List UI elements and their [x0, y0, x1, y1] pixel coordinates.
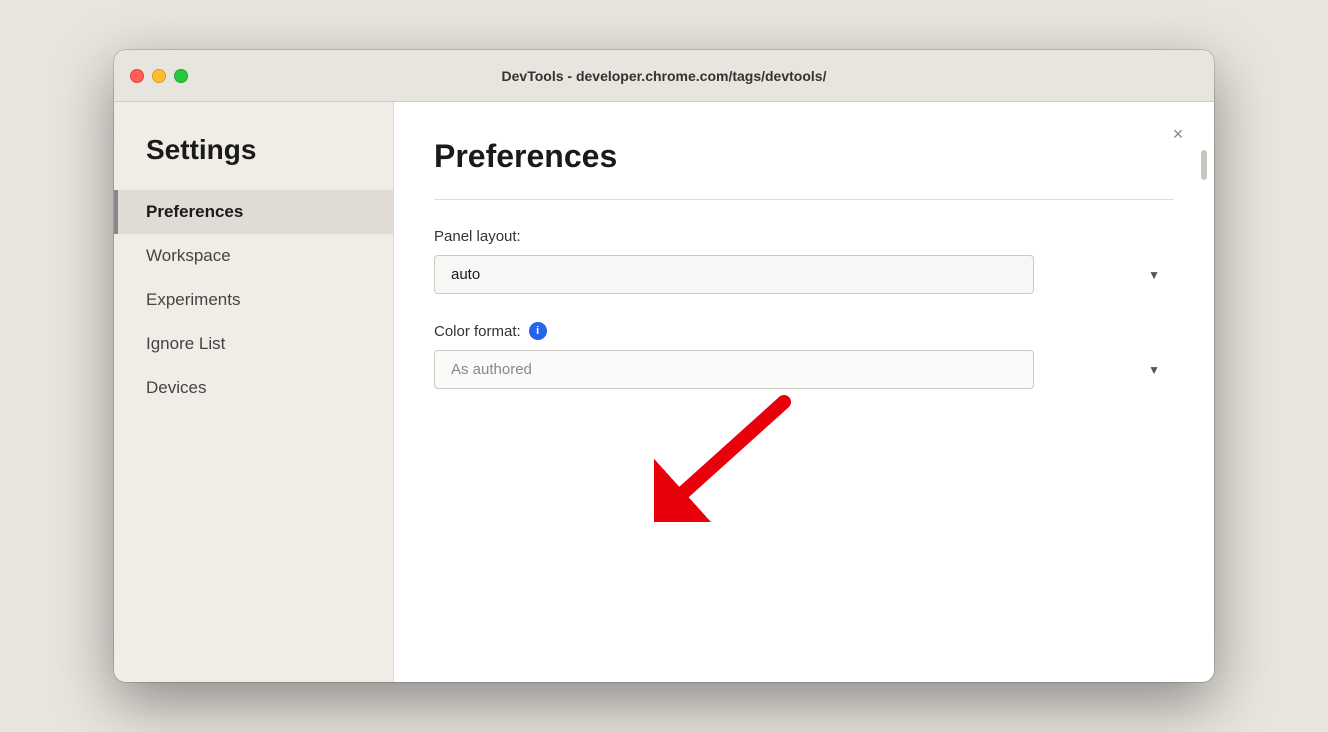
main-panel: × Preferences Panel layout: auto horizon… [394, 102, 1214, 682]
red-arrow-annotation [654, 392, 814, 522]
scrollbar-track[interactable] [1200, 142, 1208, 682]
titlebar: DevTools - developer.chrome.com/tags/dev… [114, 50, 1214, 102]
maximize-button[interactable] [174, 69, 188, 83]
color-format-wrapper: As authored HEX RGB HSL ▼ [434, 350, 1174, 389]
sidebar-item-devices[interactable]: Devices [114, 366, 393, 410]
close-panel-button[interactable]: × [1166, 122, 1190, 146]
panel-layout-arrow-icon: ▼ [1148, 268, 1160, 282]
divider [434, 199, 1174, 200]
panel-layout-label: Panel layout: [434, 228, 1174, 245]
color-format-label-row: Color format: i [434, 322, 1174, 340]
sidebar-item-preferences[interactable]: Preferences [114, 190, 393, 234]
sidebar-nav: Preferences Workspace Experiments Ignore… [114, 190, 393, 410]
traffic-lights [130, 69, 188, 83]
devtools-window: DevTools - developer.chrome.com/tags/dev… [114, 50, 1214, 682]
color-format-label: Color format: [434, 323, 521, 340]
minimize-button[interactable] [152, 69, 166, 83]
panel-layout-select[interactable]: auto horizontal vertical [434, 255, 1034, 294]
panel-title: Preferences [434, 138, 1174, 175]
sidebar-item-experiments[interactable]: Experiments [114, 278, 393, 322]
color-format-info-icon[interactable]: i [529, 322, 547, 340]
close-button[interactable] [130, 69, 144, 83]
window-title: DevTools - developer.chrome.com/tags/dev… [502, 68, 827, 84]
sidebar: Settings Preferences Workspace Experimen… [114, 102, 394, 682]
color-format-select[interactable]: As authored HEX RGB HSL [434, 350, 1034, 389]
sidebar-item-workspace[interactable]: Workspace [114, 234, 393, 278]
sidebar-item-ignore-list[interactable]: Ignore List [114, 322, 393, 366]
scrollbar-thumb [1201, 150, 1207, 180]
window-content: Settings Preferences Workspace Experimen… [114, 102, 1214, 682]
panel-layout-wrapper: auto horizontal vertical ▼ [434, 255, 1174, 294]
settings-title: Settings [114, 134, 393, 190]
color-format-arrow-icon: ▼ [1148, 363, 1160, 377]
